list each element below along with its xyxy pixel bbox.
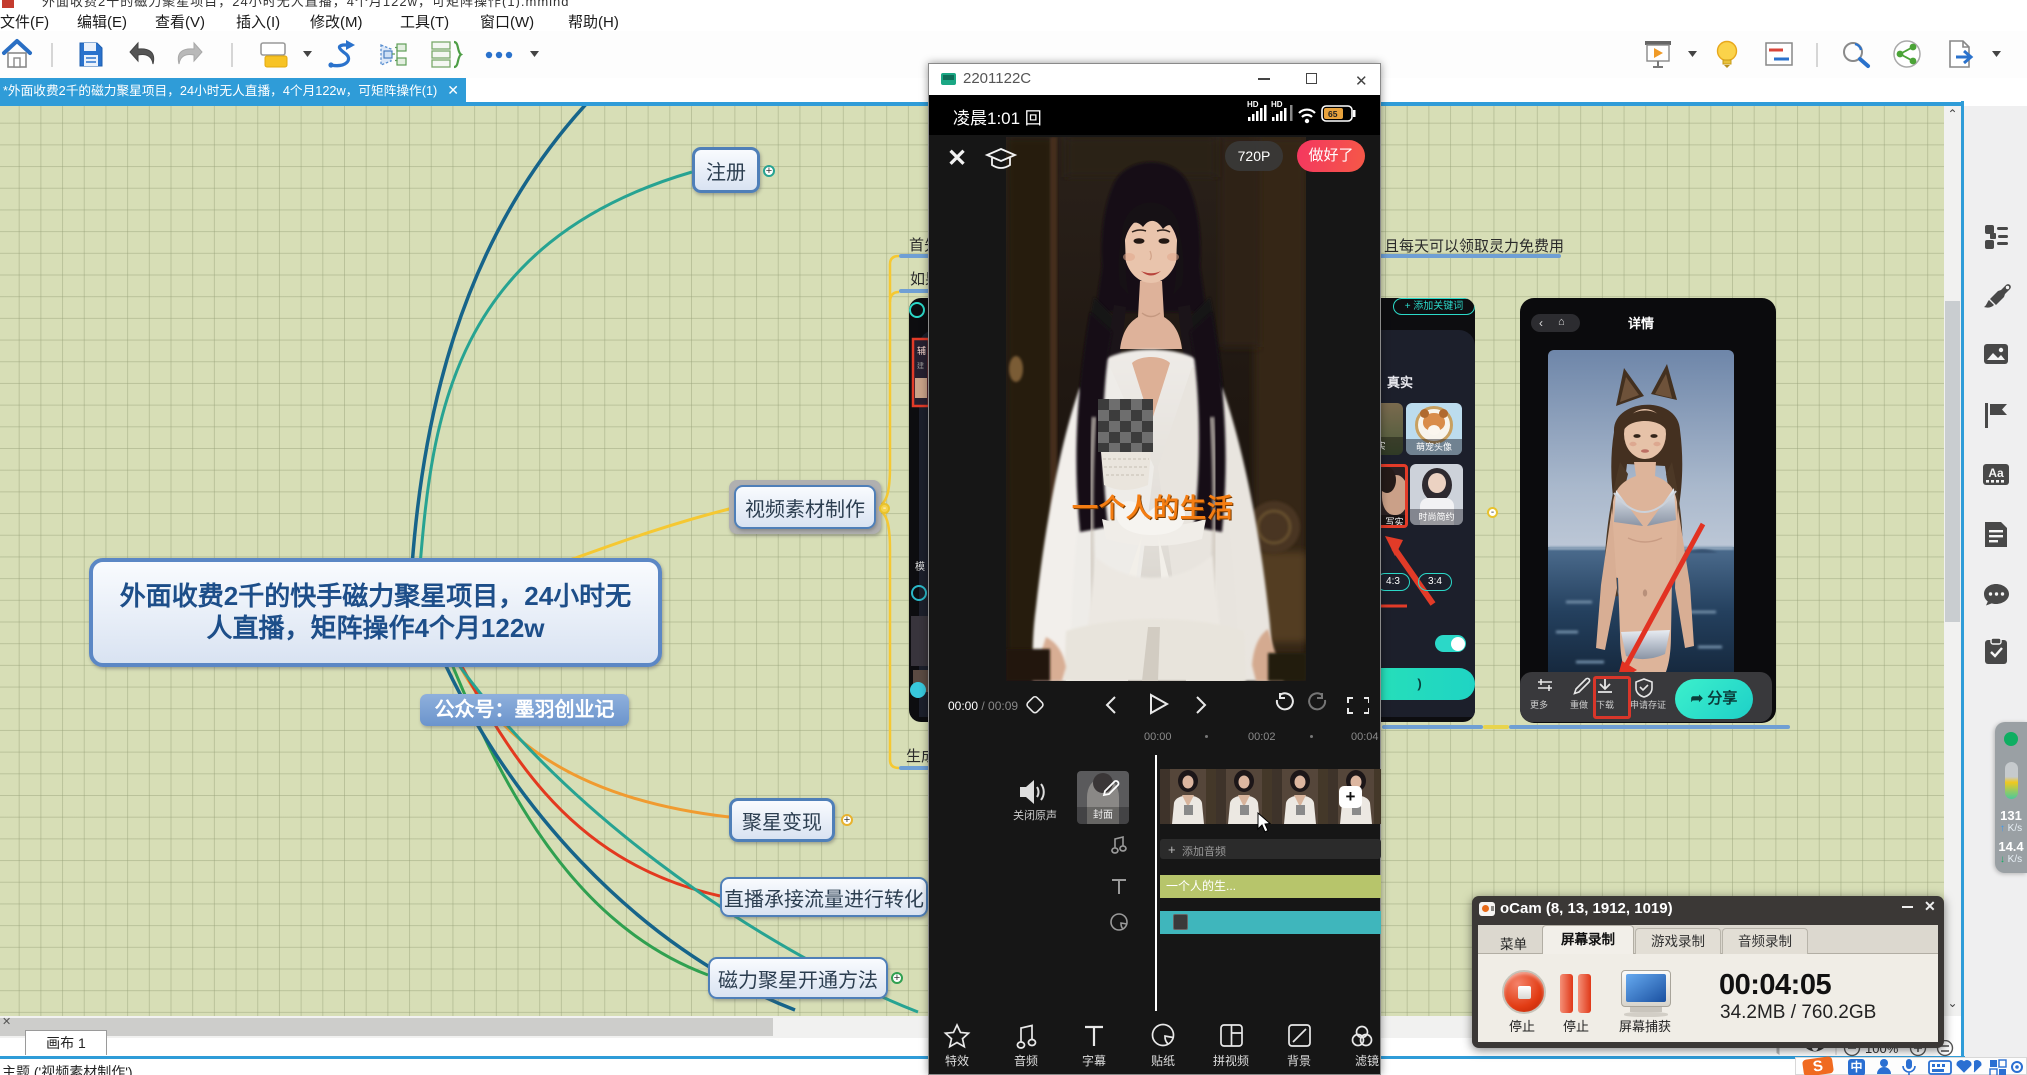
svg-text:HD: HD — [1271, 100, 1283, 109]
svg-text:65: 65 — [1328, 109, 1338, 119]
svg-text:Aa: Aa — [1988, 466, 2004, 480]
svg-text:HD: HD — [1247, 100, 1259, 109]
